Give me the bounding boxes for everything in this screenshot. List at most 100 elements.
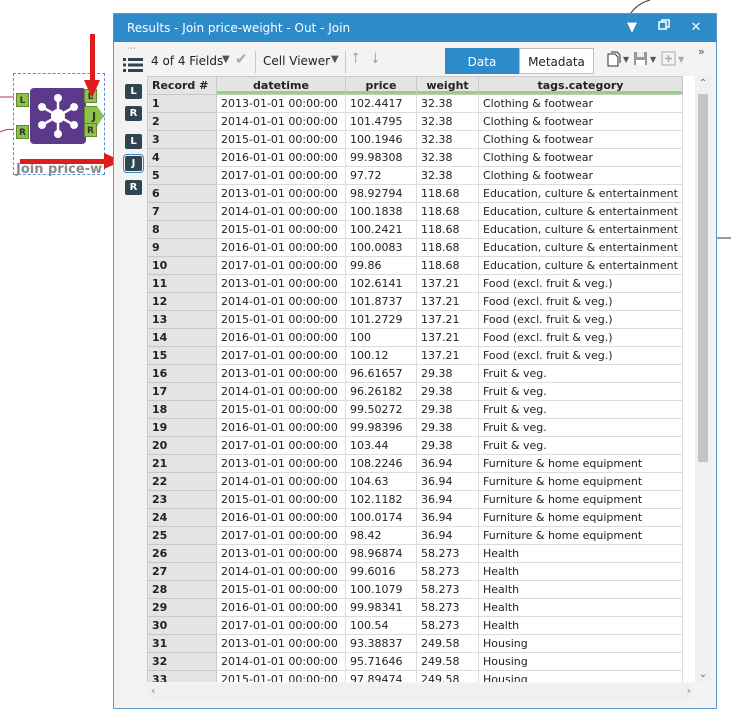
cell-datetime[interactable]: 2017-01-01 00:00:00 bbox=[216, 256, 346, 275]
cell-price[interactable]: 102.1182 bbox=[345, 490, 417, 509]
cell-weight[interactable]: 32.38 bbox=[416, 94, 479, 113]
cell-price[interactable]: 96.61657 bbox=[345, 364, 417, 383]
cell-record-number[interactable]: 10 bbox=[147, 256, 217, 275]
cell-category[interactable]: Fruit & veg. bbox=[478, 418, 683, 437]
cell-datetime[interactable]: 2015-01-01 00:00:00 bbox=[216, 130, 346, 149]
cell-price[interactable]: 102.6141 bbox=[345, 274, 417, 293]
cell-record-number[interactable]: 29 bbox=[147, 598, 217, 617]
right-input-anchor[interactable]: R bbox=[16, 125, 29, 139]
cell-price[interactable]: 101.2729 bbox=[345, 310, 417, 329]
cell-record-number[interactable]: 17 bbox=[147, 382, 217, 401]
cell-weight[interactable]: 118.68 bbox=[416, 220, 479, 239]
cell-weight[interactable]: 137.21 bbox=[416, 310, 479, 329]
cell-category[interactable]: Housing bbox=[478, 670, 683, 682]
cell-category[interactable]: Food (excl. fruit & veg.) bbox=[478, 310, 683, 329]
cell-record-number[interactable]: 8 bbox=[147, 220, 217, 239]
cell-datetime[interactable]: 2015-01-01 00:00:00 bbox=[216, 310, 346, 329]
cell-category[interactable]: Fruit & veg. bbox=[478, 436, 683, 455]
cell-category[interactable]: Food (excl. fruit & veg.) bbox=[478, 328, 683, 347]
cell-datetime[interactable]: 2013-01-01 00:00:00 bbox=[216, 364, 346, 383]
cell-datetime[interactable]: 2017-01-01 00:00:00 bbox=[216, 166, 346, 185]
table-row[interactable]: 28 2015-01-01 00:00:00 100.1079 58.273 Healt… bbox=[147, 580, 683, 599]
save-dropdown-icon[interactable]: ▼ bbox=[650, 55, 656, 64]
cell-price[interactable]: 100.2421 bbox=[345, 220, 417, 239]
cell-record-number[interactable]: 3 bbox=[147, 130, 217, 149]
cell-price[interactable]: 103.44 bbox=[345, 436, 417, 455]
cell-category[interactable]: Clothing & footwear bbox=[478, 112, 683, 131]
cell-price[interactable]: 100.0174 bbox=[345, 508, 417, 527]
cell-price[interactable]: 100.1838 bbox=[345, 202, 417, 221]
cell-category[interactable]: Furniture & home equipment bbox=[478, 472, 683, 491]
side-anchor-j[interactable]: J bbox=[123, 154, 144, 173]
cell-datetime[interactable]: 2017-01-01 00:00:00 bbox=[216, 616, 346, 635]
table-row[interactable]: 1 2013-01-01 00:00:00 102.4417 32.38 Clothin… bbox=[147, 94, 683, 113]
scroll-left-icon[interactable]: ‹ bbox=[151, 684, 155, 697]
table-row[interactable]: 18 2015-01-01 00:00:00 99.50272 29.38 Fruit … bbox=[147, 400, 683, 419]
cell-datetime[interactable]: 2015-01-01 00:00:00 bbox=[216, 220, 346, 239]
cell-record-number[interactable]: 25 bbox=[147, 526, 217, 545]
cell-category[interactable]: Furniture & home equipment bbox=[478, 454, 683, 473]
cell-datetime[interactable]: 2013-01-01 00:00:00 bbox=[216, 634, 346, 653]
cell-category[interactable]: Fruit & veg. bbox=[478, 400, 683, 419]
right-output-anchor[interactable]: R bbox=[84, 123, 97, 137]
cell-weight[interactable]: 36.94 bbox=[416, 454, 479, 473]
fields-dropdown-icon[interactable]: ▼ bbox=[222, 54, 230, 65]
vertical-scrollbar[interactable]: ⌃ ⌄ bbox=[695, 76, 711, 682]
cell-price[interactable]: 100.0083 bbox=[345, 238, 417, 257]
cell-datetime[interactable]: 2014-01-01 00:00:00 bbox=[216, 202, 346, 221]
cell-price[interactable]: 98.96874 bbox=[345, 544, 417, 563]
fields-selector[interactable]: 4 of 4 Fields bbox=[151, 54, 223, 68]
table-row[interactable]: 4 2016-01-01 00:00:00 99.98308 32.38 Clothin… bbox=[147, 148, 683, 167]
table-row[interactable]: 12 2014-01-01 00:00:00 101.8737 137.21 Food … bbox=[147, 292, 683, 311]
table-row[interactable]: 17 2014-01-01 00:00:00 96.26182 29.38 Fruit … bbox=[147, 382, 683, 401]
cell-price[interactable]: 99.50272 bbox=[345, 400, 417, 419]
dropdown-icon[interactable]: ▼ bbox=[622, 18, 642, 38]
cell-price[interactable]: 99.98341 bbox=[345, 598, 417, 617]
cell-viewer-dropdown-icon[interactable]: ▼ bbox=[331, 54, 339, 65]
cell-record-number[interactable]: 18 bbox=[147, 400, 217, 419]
cell-record-number[interactable]: 15 bbox=[147, 346, 217, 365]
cell-weight[interactable]: 58.273 bbox=[416, 544, 479, 563]
cell-datetime[interactable]: 2017-01-01 00:00:00 bbox=[216, 526, 346, 545]
cell-price[interactable]: 100.54 bbox=[345, 616, 417, 635]
cell-category[interactable]: Health bbox=[478, 544, 683, 563]
cell-record-number[interactable]: 33 bbox=[147, 670, 217, 682]
cell-price[interactable]: 98.92794 bbox=[345, 184, 417, 203]
cell-price[interactable]: 100.1946 bbox=[345, 130, 417, 149]
side-anchor-r[interactable]: R bbox=[125, 106, 142, 121]
cell-price[interactable]: 97.72 bbox=[345, 166, 417, 185]
table-row[interactable]: 7 2014-01-01 00:00:00 100.1838 118.68 Educat… bbox=[147, 202, 683, 221]
cell-record-number[interactable]: 14 bbox=[147, 328, 217, 347]
table-row[interactable]: 31 2013-01-01 00:00:00 93.38837 249.58 Housi… bbox=[147, 634, 683, 653]
cell-category[interactable]: Food (excl. fruit & veg.) bbox=[478, 292, 683, 311]
cell-category[interactable]: Housing bbox=[478, 634, 683, 653]
cell-category[interactable]: Fruit & veg. bbox=[478, 364, 683, 383]
copy-dropdown-icon[interactable]: ▼ bbox=[623, 55, 629, 64]
cell-price[interactable]: 100.1079 bbox=[345, 580, 417, 599]
table-row[interactable]: 19 2016-01-01 00:00:00 99.98396 29.38 Fruit … bbox=[147, 418, 683, 437]
cell-record-number[interactable]: 6 bbox=[147, 184, 217, 203]
column-header-datetime[interactable]: datetime bbox=[216, 76, 346, 95]
cell-category[interactable]: Clothing & footwear bbox=[478, 94, 683, 113]
sort-down-icon[interactable]: ⭣ bbox=[372, 49, 379, 67]
cell-datetime[interactable]: 2017-01-01 00:00:00 bbox=[216, 436, 346, 455]
cell-category[interactable]: Education, culture & entertainment bbox=[478, 184, 683, 203]
add-tool-icon[interactable] bbox=[661, 51, 676, 70]
cell-category[interactable]: Furniture & home equipment bbox=[478, 508, 683, 527]
cell-price[interactable]: 102.4417 bbox=[345, 94, 417, 113]
cell-datetime[interactable]: 2015-01-01 00:00:00 bbox=[216, 490, 346, 509]
cell-record-number[interactable]: 31 bbox=[147, 634, 217, 653]
cell-datetime[interactable]: 2014-01-01 00:00:00 bbox=[216, 472, 346, 491]
cell-datetime[interactable]: 2015-01-01 00:00:00 bbox=[216, 670, 346, 682]
column-header-record[interactable]: Record # bbox=[147, 76, 217, 95]
add-tool-dropdown-icon[interactable]: ▼ bbox=[678, 55, 684, 64]
cell-price[interactable]: 96.26182 bbox=[345, 382, 417, 401]
table-row[interactable]: 23 2015-01-01 00:00:00 102.1182 36.94 Furnit… bbox=[147, 490, 683, 509]
scroll-right-icon[interactable]: › bbox=[687, 684, 691, 697]
cell-weight[interactable]: 58.273 bbox=[416, 562, 479, 581]
cell-weight[interactable]: 36.94 bbox=[416, 472, 479, 491]
cell-record-number[interactable]: 22 bbox=[147, 472, 217, 491]
cell-datetime[interactable]: 2016-01-01 00:00:00 bbox=[216, 238, 346, 257]
cell-price[interactable]: 101.4795 bbox=[345, 112, 417, 131]
cell-datetime[interactable]: 2014-01-01 00:00:00 bbox=[216, 562, 346, 581]
